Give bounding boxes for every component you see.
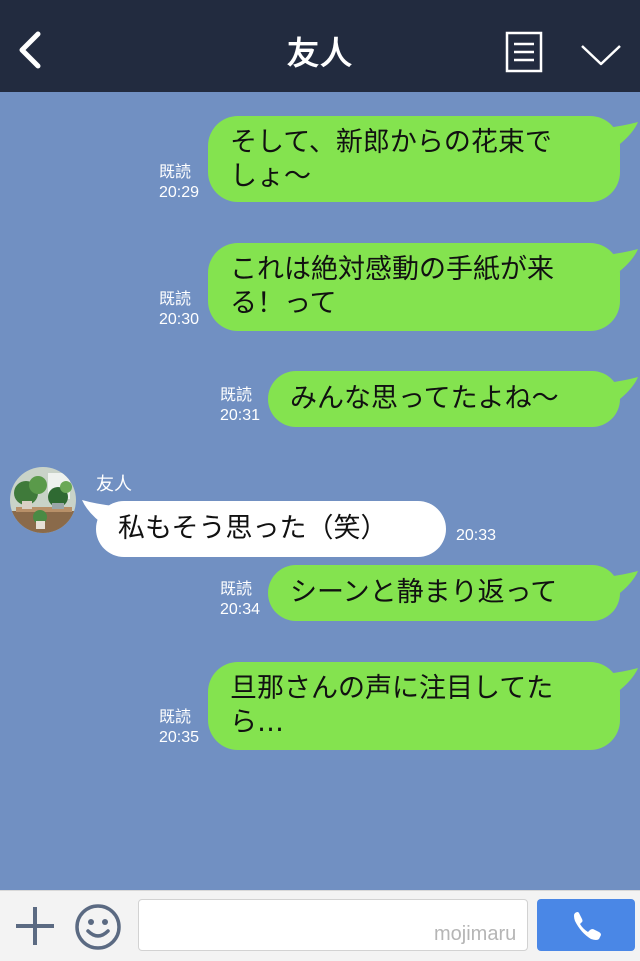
message-time: 20:31	[220, 407, 261, 424]
message-text-line: これは絶対感動の手紙が来	[230, 254, 554, 285]
menu-button[interactable]	[505, 31, 543, 73]
bubble-tail	[606, 668, 638, 696]
bubble-tail	[606, 377, 638, 405]
read-indicator: 既読	[159, 164, 192, 181]
sender-name: 友人	[96, 474, 132, 495]
message-text-line: る！って	[230, 288, 337, 319]
message-bubble[interactable]: そして、新郎からの花束で しょ〜	[208, 116, 620, 202]
bubble-tail	[606, 122, 638, 150]
message-text-line: シーンと静まり返って	[290, 577, 558, 608]
read-indicator: 既読	[159, 291, 192, 308]
message-time: 20:29	[159, 184, 200, 201]
message-meta: 既読 20:35	[159, 708, 199, 748]
read-indicator: 既読	[220, 581, 253, 598]
message-text-line: みんな思ってたよね〜	[290, 383, 559, 414]
message-bubble[interactable]: 私もそう思った（笑）	[96, 501, 446, 557]
plus-icon	[16, 907, 54, 945]
watermark: mojimaru	[434, 923, 517, 945]
menu-icon	[505, 31, 543, 73]
message-text-line: しょ〜	[230, 161, 311, 192]
message-text-line: ら…	[230, 707, 284, 738]
chevron-down-icon	[581, 45, 621, 66]
emoji-button[interactable]	[74, 903, 122, 951]
emoji-icon	[75, 904, 121, 950]
message-time: 20:34	[220, 601, 261, 618]
message-meta: 既読 20:31	[220, 386, 260, 426]
message-meta: 既読 20:34	[220, 580, 260, 620]
avatar-plant-image	[10, 467, 76, 533]
message-bubble[interactable]: 旦那さんの声に注目してた ら…	[208, 662, 620, 750]
message-text-line: 私もそう思った（笑）	[118, 513, 388, 544]
call-button[interactable]	[537, 899, 635, 951]
message-text-line: そして、新郎からの花束で	[230, 127, 552, 158]
message-meta: 既読 20:29	[159, 163, 199, 203]
message-meta: 既読 20:30	[159, 290, 199, 330]
chat-title: 友人	[286, 34, 353, 72]
read-indicator: 既読	[159, 709, 192, 726]
bubble-tail	[606, 571, 638, 599]
phone-icon	[574, 912, 601, 940]
collapse-button[interactable]	[578, 38, 624, 70]
message-bubble[interactable]: これは絶対感動の手紙が来 る！って	[208, 243, 620, 331]
message-text-line: 旦那さんの声に注目してた	[230, 673, 554, 704]
chat-header: 友人	[0, 0, 640, 92]
message-time: 20:35	[159, 729, 200, 746]
chat-area: そして、新郎からの花束で しょ〜 既読 20:29 これは絶対感動の手紙が来 る…	[0, 92, 640, 890]
avatar[interactable]	[10, 467, 76, 533]
input-bar: mojimaru	[0, 890, 640, 961]
bubble-tail	[606, 249, 638, 277]
message-time: 20:33	[456, 527, 497, 544]
message-time: 20:30	[159, 311, 200, 328]
read-indicator: 既読	[220, 387, 253, 404]
message-bubble[interactable]: みんな思ってたよね〜	[268, 371, 620, 427]
message-bubble[interactable]: シーンと静まり返って	[268, 565, 620, 621]
add-button[interactable]	[14, 905, 56, 947]
